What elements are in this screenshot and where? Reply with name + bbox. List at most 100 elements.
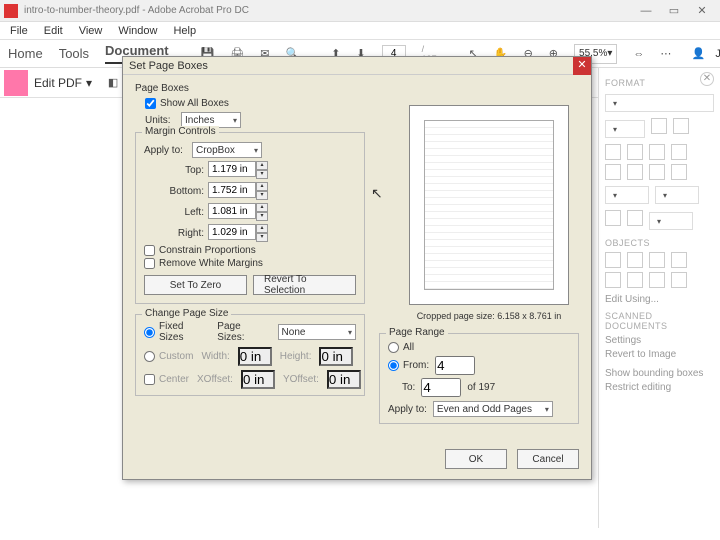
revert-link[interactable]: Revert to Image: [605, 349, 714, 360]
applyto2-select[interactable]: Even and Odd Pages: [433, 401, 553, 417]
obj-icon-7[interactable]: [649, 272, 665, 288]
window-title: intro-to-number-theory.pdf - Adobe Acrob…: [24, 5, 632, 16]
applyto2-label: Apply to:: [388, 404, 427, 415]
constrain-checkbox[interactable]: [144, 245, 155, 256]
page-range-group: Page Range All From: To: of 197 Apply to…: [379, 333, 579, 424]
showbox-toggle[interactable]: Show bounding boxes: [605, 368, 714, 379]
edit-pdf-dropdown[interactable]: Edit PDF ▾: [34, 76, 92, 90]
edit-mode-icon[interactable]: [4, 70, 28, 96]
right-input[interactable]: [208, 224, 256, 240]
yoffset-input: [327, 370, 361, 389]
right-spinner[interactable]: ▴▾: [256, 224, 268, 242]
more-icon[interactable]: ⋯: [660, 43, 671, 65]
align-left-icon[interactable]: [605, 144, 621, 160]
fit-icon[interactable]: ⇔: [633, 43, 644, 65]
tab-home[interactable]: Home: [8, 46, 43, 61]
crop-tool-icon[interactable]: ◧: [102, 72, 124, 94]
italic-icon[interactable]: [627, 164, 643, 180]
obj-icon-3[interactable]: [649, 252, 665, 268]
units-label: Units:: [145, 115, 177, 126]
obj-icon-4[interactable]: [671, 252, 687, 268]
objects-header: OBJECTS: [605, 238, 714, 248]
color-icon[interactable]: [651, 118, 667, 134]
margin-label: Margin Controls: [142, 126, 219, 137]
super-icon[interactable]: [605, 210, 621, 226]
page-preview: Cropped page size: 6.158 x 8.761 in: [399, 105, 579, 321]
show-all-boxes-checkbox[interactable]: [145, 98, 156, 109]
menu-edit[interactable]: Edit: [36, 25, 71, 37]
dialog-close-button[interactable]: ✕: [573, 57, 591, 75]
restrict-toggle[interactable]: Restrict editing: [605, 382, 714, 393]
removewhite-checkbox[interactable]: [144, 258, 155, 269]
left-input[interactable]: [208, 203, 256, 219]
user-icon[interactable]: 👤: [687, 43, 709, 65]
font-select[interactable]: [605, 94, 714, 112]
top-spinner[interactable]: ▴▾: [256, 161, 268, 179]
strike-icon[interactable]: [671, 164, 687, 180]
all-radio[interactable]: [388, 342, 399, 353]
obj-icon-8[interactable]: [671, 272, 687, 288]
set-to-zero-button[interactable]: Set To Zero: [144, 275, 247, 295]
edit-using[interactable]: Edit Using...: [605, 294, 714, 305]
right-label: Right:: [144, 228, 204, 239]
cropped-size-label: Cropped page size: 6.158 x 8.761 in: [399, 311, 579, 321]
menu-view[interactable]: View: [71, 25, 111, 37]
panel-close-icon[interactable]: ✕: [700, 72, 714, 86]
left-label: Left:: [144, 207, 204, 218]
size-select[interactable]: [605, 120, 645, 138]
close-button[interactable]: ✕: [688, 1, 716, 21]
format-header: FORMAT: [605, 78, 714, 88]
top-label: Top:: [144, 165, 204, 176]
menu-help[interactable]: Help: [165, 25, 204, 37]
leading-select[interactable]: [655, 186, 699, 204]
obj-icon-5[interactable]: [605, 272, 621, 288]
ok-button[interactable]: OK: [445, 449, 507, 469]
changesize-label: Change Page Size: [142, 308, 231, 319]
underline-icon[interactable]: [649, 164, 665, 180]
sub-icon[interactable]: [627, 210, 643, 226]
cursor-icon: ↖: [371, 185, 383, 202]
settings-link[interactable]: Settings: [605, 335, 714, 346]
center-label: Center: [159, 374, 189, 385]
applyto-label: Apply to:: [144, 145, 188, 156]
right-panel: ✕ FORMAT OBJECTS Edit Using..: [598, 68, 720, 528]
revert-selection-button[interactable]: Revert To Selection: [253, 275, 356, 295]
fixed-radio[interactable]: [144, 327, 155, 338]
margin-controls-group: Margin Controls Apply to: CropBox Top: ▴…: [135, 132, 365, 304]
pagesizes-select[interactable]: None: [278, 324, 356, 340]
width-input: [238, 347, 272, 366]
custom-radio[interactable]: [144, 351, 155, 362]
cancel-button[interactable]: Cancel: [517, 449, 579, 469]
user-name: Jason: [715, 48, 720, 60]
from-input[interactable]: [435, 356, 475, 375]
minimize-button[interactable]: —: [632, 1, 660, 21]
to-input[interactable]: [421, 378, 461, 397]
bold-icon[interactable]: [605, 164, 621, 180]
maximize-button[interactable]: ▭: [660, 1, 688, 21]
titlebar: intro-to-number-theory.pdf - Adobe Acrob…: [0, 0, 720, 22]
top-input[interactable]: [208, 161, 256, 177]
spacing-select[interactable]: [605, 186, 649, 204]
all-label: All: [403, 342, 414, 353]
bottom-input[interactable]: [208, 182, 256, 198]
align-right-icon[interactable]: [649, 144, 665, 160]
width-label: Width:: [201, 351, 229, 362]
preview-page: [424, 120, 554, 290]
menu-window[interactable]: Window: [110, 25, 165, 37]
align-center-icon[interactable]: [627, 144, 643, 160]
style-icon[interactable]: [673, 118, 689, 134]
from-radio[interactable]: [388, 360, 399, 371]
constrain-label: Constrain Proportions: [159, 245, 256, 256]
bottom-spinner[interactable]: ▴▾: [256, 182, 268, 200]
menu-file[interactable]: File: [2, 25, 36, 37]
tab-tools[interactable]: Tools: [59, 46, 89, 61]
align-justify-icon[interactable]: [671, 144, 687, 160]
obj-icon-1[interactable]: [605, 252, 621, 268]
scale-select[interactable]: [649, 212, 693, 230]
applyto-select[interactable]: CropBox: [192, 142, 262, 158]
from-label: From:: [403, 360, 429, 371]
left-spinner[interactable]: ▴▾: [256, 203, 268, 221]
obj-icon-6[interactable]: [627, 272, 643, 288]
pagerange-label: Page Range: [386, 327, 448, 338]
obj-icon-2[interactable]: [627, 252, 643, 268]
